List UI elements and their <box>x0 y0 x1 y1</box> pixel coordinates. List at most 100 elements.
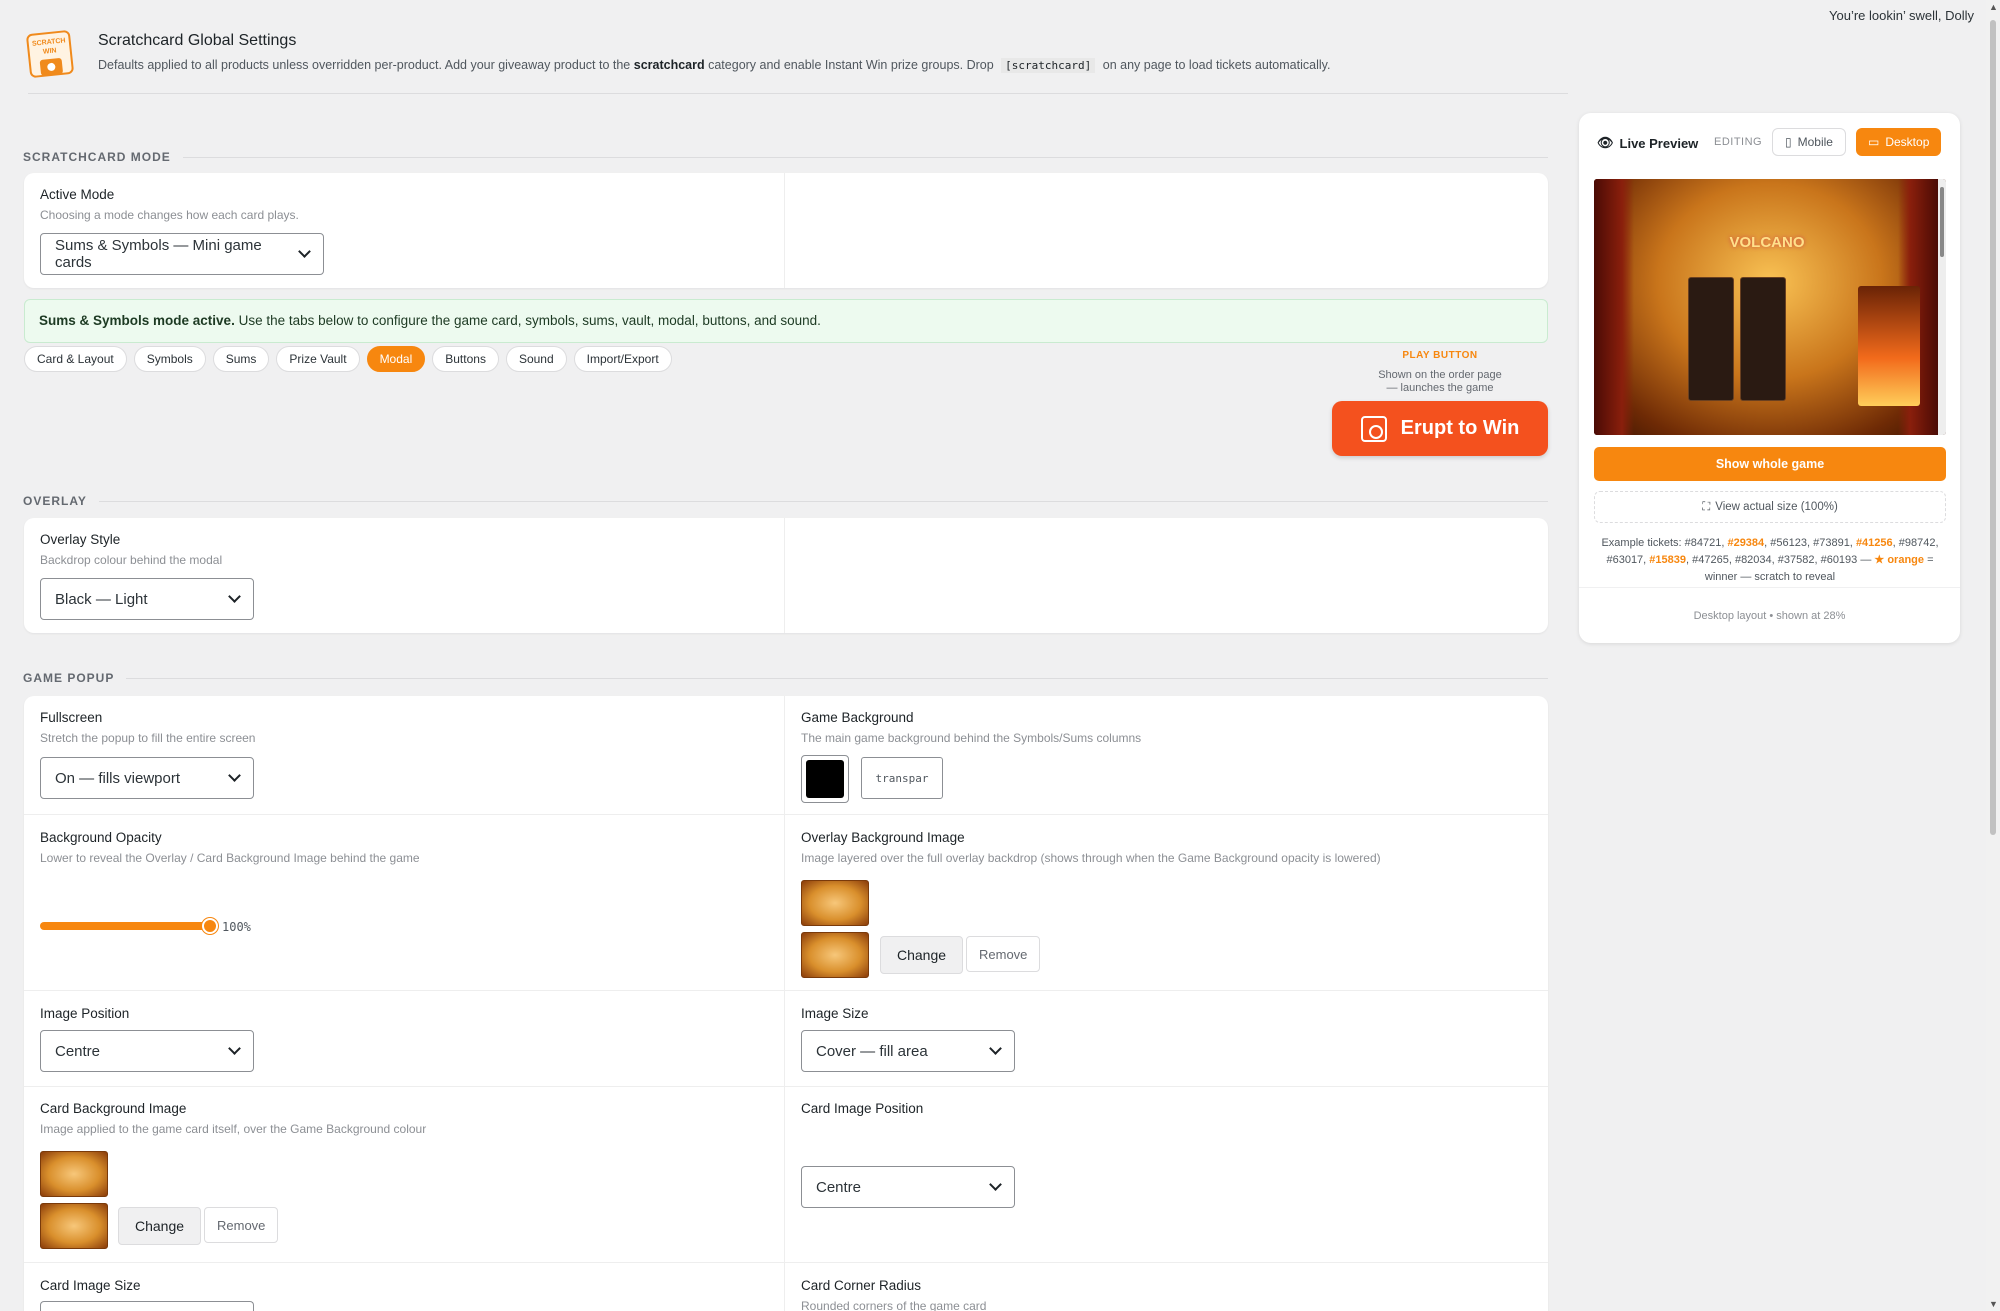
page-header: SCRATCH WIN Scratchcard Global Settings … <box>25 28 1568 94</box>
image-position-label: Image Position <box>40 1006 130 1021</box>
editing-badge: EDITING <box>1714 136 1763 148</box>
game-logo: VOLCANO <box>1729 234 1805 251</box>
tab-prize-vault[interactable]: Prize Vault <box>276 346 360 372</box>
mobile-toggle-button[interactable]: ▯ Mobile <box>1772 128 1846 156</box>
fullscreen-hint: Stretch the popup to fill the entire scr… <box>40 731 256 745</box>
tab-modal[interactable]: Modal <box>366 346 426 372</box>
bg-opacity-label: Background Opacity <box>40 830 162 845</box>
desc-part: on any page to load tickets automaticall… <box>1102 58 1331 72</box>
overlay-image-change-button[interactable]: Change <box>880 936 964 974</box>
play-button-preview[interactable]: Erupt to Win <box>1332 401 1548 456</box>
card-image-remove-button[interactable]: Remove <box>204 1207 279 1243</box>
preview-scrollbar[interactable] <box>1938 179 1946 435</box>
tab-sound[interactable]: Sound <box>505 346 567 372</box>
card-image-size-label: Card Image Size <box>40 1278 141 1293</box>
overlay-image-remove-button[interactable]: Remove <box>966 936 1041 972</box>
popup-card: Fullscreen Stretch the popup to fill the… <box>24 696 1548 1311</box>
notice-text: Use the tabs below to configure the game… <box>238 313 821 328</box>
section-label-mode: SCRATCHCARD MODE <box>23 150 1548 164</box>
overlay-bg-image-preview <box>801 880 869 926</box>
image-size-select[interactable]: Cover — fill area <box>801 1030 1015 1072</box>
scratchcard-logo-icon: SCRATCH WIN <box>25 29 75 79</box>
card-bg-image-thumb <box>40 1203 108 1249</box>
winner-legend: ★ orange <box>1874 554 1925 566</box>
select-value: On — fills viewport <box>55 769 181 787</box>
scratch-ticket-icon <box>1360 415 1387 442</box>
play-button-label: Erupt to Win <box>1400 417 1520 439</box>
swatch-fill <box>806 760 844 798</box>
live-preview-title: 👁 Live Preview <box>1597 135 1698 151</box>
notice-bold: Sums & Symbols mode active. <box>39 313 235 328</box>
game-background-color-swatch[interactable] <box>801 755 849 803</box>
card-corner-radius-label: Card Corner Radius <box>801 1278 922 1293</box>
eye-icon: 👁 <box>1597 135 1614 150</box>
overlay-style-select[interactable]: Black — Light <box>40 578 254 620</box>
tab-symbols[interactable]: Symbols <box>133 346 206 372</box>
ticket-number: #84721, <box>1684 537 1725 549</box>
desc-part: Defaults applied to all products unless … <box>98 58 631 72</box>
settings-tabs: Card & Layout Symbols Sums Prize Vault M… <box>24 346 672 372</box>
preview-title-text: Live Preview <box>1619 135 1699 151</box>
mode-card: Active Mode Choosing a mode changes how … <box>24 173 1548 288</box>
play-button-desc: Shown on the order page — launches the g… <box>1370 369 1510 395</box>
scroll-up-arrow-icon[interactable]: ▲ <box>1989 2 1998 12</box>
play-desc-line: — launches the game <box>1386 382 1494 394</box>
select-value: Sums & Symbols — Mini game cards <box>55 237 262 271</box>
select-value: Centre <box>816 1178 862 1196</box>
section-label-overlay: OVERLAY <box>23 494 1548 508</box>
tab-import-export[interactable]: Import/Export <box>573 346 672 372</box>
card-image-position-select[interactable]: Centre <box>801 1166 1015 1208</box>
tab-card-layout[interactable]: Card & Layout <box>24 346 127 372</box>
active-mode-label: Active Mode <box>40 187 115 202</box>
fullscreen-select[interactable]: On — fills viewport <box>40 757 254 799</box>
live-preview-panel: 👁 Live Preview EDITING ▯ Mobile ▭ Desktop V… <box>1579 113 1960 643</box>
card-image-size-select[interactable] <box>40 1301 254 1311</box>
greeting[interactable]: You’re lookin’ swell, Dolly <box>1829 8 1974 23</box>
scroll-down-arrow-icon[interactable]: ▼ <box>1989 1299 1998 1309</box>
monitor-icon: ▭ <box>1868 135 1880 149</box>
card-image-position-label: Card Image Position <box>801 1101 924 1116</box>
tickets-prefix: Example tickets: <box>1601 537 1682 549</box>
actual-size-label: View actual size (100%) <box>1715 501 1838 513</box>
symbols-column <box>1688 277 1734 401</box>
select-value: Black — Light <box>55 590 148 608</box>
view-actual-size-button[interactable]: ⛶ View actual size (100%) <box>1594 491 1946 523</box>
overlay-bg-image-hint: Image layered over the full overlay back… <box>801 851 1381 865</box>
ticket-number: , #56123, #73891, <box>1764 537 1853 549</box>
overlay-card: Overlay Style Backdrop colour behind the… <box>24 518 1548 633</box>
tab-buttons[interactable]: Buttons <box>432 346 499 372</box>
card-image-change-button[interactable]: Change <box>118 1207 202 1245</box>
chevron-down-icon <box>228 590 241 603</box>
play-desc-line: Shown on the order page <box>1378 369 1502 381</box>
active-mode-select[interactable]: Sums & Symbols — Mini game cards <box>40 233 324 275</box>
winning-ticket: #15839 <box>1649 554 1687 566</box>
phone-icon: ▯ <box>1785 135 1792 149</box>
overlay-style-hint: Backdrop colour behind the modal <box>40 553 223 567</box>
bg-opacity-value: 100% <box>222 920 251 934</box>
page-description: Defaults applied to all products unless … <box>98 58 1331 73</box>
tab-sums[interactable]: Sums <box>212 346 270 372</box>
scrollbar-thumb[interactable] <box>1990 20 1996 835</box>
desktop-toggle-button[interactable]: ▭ Desktop <box>1856 128 1942 156</box>
winning-ticket: #29384 <box>1727 537 1765 549</box>
desc-bold: scratchcard <box>633 58 705 72</box>
preview-footer: Desktop layout • shown at 28% <box>1579 587 1960 643</box>
ticket-number: , #47265, #82034, #37582, #60193 — <box>1686 554 1872 566</box>
image-position-select[interactable]: Centre <box>40 1030 254 1072</box>
card-bg-image-hint: Image applied to the game card itself, o… <box>40 1122 427 1136</box>
mode-notice: Sums & Symbols mode active. Use the tabs… <box>24 299 1548 343</box>
winning-ticket: #41256 <box>1855 537 1893 549</box>
chevron-down-icon <box>989 1178 1002 1191</box>
mobile-label: Mobile <box>1797 135 1833 149</box>
show-whole-game-button[interactable]: Show whole game <box>1594 447 1946 481</box>
game-background-label: Game Background <box>801 710 914 725</box>
game-preview-frame[interactable]: VOLCANO <box>1594 179 1946 435</box>
play-button-caption: PLAY BUTTON <box>1402 350 1478 361</box>
page-scrollbar[interactable]: ▲ ▼ <box>1986 0 2000 1311</box>
select-value: Centre <box>55 1042 101 1060</box>
bg-opacity-slider[interactable] <box>40 922 210 930</box>
shortcode: [scratchcard] <box>1001 58 1096 73</box>
bg-opacity-slider-handle[interactable] <box>202 918 218 934</box>
game-background-color-input[interactable]: transpar <box>861 757 943 799</box>
image-size-label: Image Size <box>801 1006 869 1021</box>
